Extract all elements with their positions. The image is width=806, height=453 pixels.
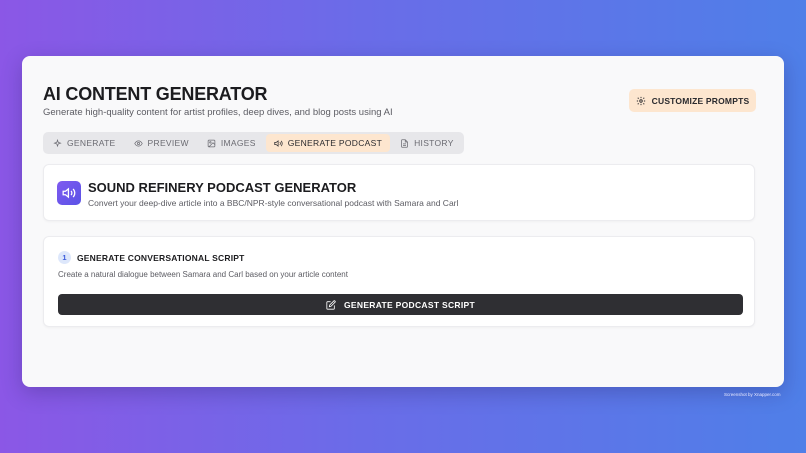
step-title: GENERATE CONVERSATIONAL SCRIPT	[77, 253, 245, 263]
tab-generate-podcast[interactable]: GENERATE PODCAST	[265, 134, 391, 152]
generate-podcast-script-button[interactable]: GENERATE PODCAST SCRIPT	[58, 294, 743, 315]
page-title: AI CONTENT GENERATOR	[43, 84, 268, 104]
tab-generate-podcast-label: GENERATE PODCAST	[287, 138, 383, 148]
speaker-icon	[274, 139, 283, 147]
tab-images-label: IMAGES	[220, 138, 256, 148]
gear-icon	[636, 96, 645, 105]
tab-preview-label: PREVIEW	[147, 138, 189, 148]
podcast-header-panel: SOUND REFINERY PODCAST GENERATOR Convert…	[43, 164, 755, 221]
customize-prompts-button[interactable]: CUSTOMIZE PROMPTS	[629, 89, 756, 112]
tab-images[interactable]: IMAGES	[199, 134, 264, 152]
tab-bar: GENERATE PREVIEW IMAGES GENERATE PODCAST…	[43, 132, 464, 154]
customize-prompts-label: CUSTOMIZE PROMPTS	[651, 95, 750, 106]
main-card: AI CONTENT GENERATOR Generate high-quali…	[22, 56, 784, 387]
edit-icon	[326, 299, 336, 310]
step-description: Create a natural dialogue between Samara…	[58, 270, 348, 279]
eye-icon	[133, 139, 143, 147]
tab-generate-label: GENERATE	[67, 138, 116, 148]
podcast-speaker-icon	[57, 181, 81, 205]
sparkle-icon	[53, 138, 62, 147]
screenshot-credit: Screenshot by Xnapper.com	[724, 392, 781, 397]
podcast-title: SOUND REFINERY PODCAST GENERATOR	[88, 180, 357, 195]
tab-history[interactable]: HISTORY	[392, 134, 462, 152]
podcast-description: Convert your deep-dive article into a BB…	[88, 198, 459, 208]
image-icon	[207, 139, 216, 147]
generate-podcast-script-label: GENERATE PODCAST SCRIPT	[344, 299, 475, 310]
tab-generate[interactable]: GENERATE	[45, 134, 124, 152]
step-number-badge: 1	[58, 251, 71, 264]
tab-preview[interactable]: PREVIEW	[126, 134, 197, 152]
script-step-panel: 1 GENERATE CONVERSATIONAL SCRIPT Create …	[43, 236, 755, 327]
document-icon	[401, 138, 408, 148]
page-subtitle: Generate high-quality content for artist…	[43, 107, 393, 118]
tab-history-label: HISTORY	[414, 138, 454, 148]
